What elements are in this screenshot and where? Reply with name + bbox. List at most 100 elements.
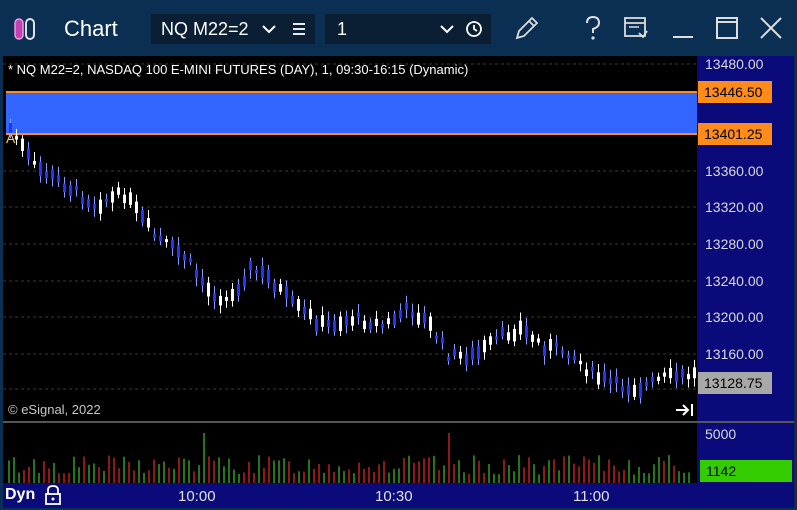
candle-body: [333, 320, 336, 332]
candle-body: [279, 283, 282, 292]
scroll-end-icon[interactable]: [675, 402, 695, 418]
candle-body: [297, 299, 300, 311]
candlestick-plot[interactable]: A: [3, 56, 697, 421]
candle-body: [513, 328, 516, 342]
price-zone: [6, 92, 697, 134]
candle-body: [507, 332, 510, 341]
candle-body: [429, 316, 432, 331]
menu-icon[interactable]: [291, 21, 307, 37]
candle-body: [621, 386, 624, 392]
clock-icon[interactable]: [465, 20, 483, 38]
time-label: 10:30: [375, 488, 413, 505]
candle-body: [237, 284, 240, 296]
chart-header: * NQ M22=2, NASDAQ 100 E-MINI FUTURES (D…: [8, 62, 469, 77]
candle-body: [15, 135, 18, 140]
candle-body: [75, 186, 78, 190]
candle-body: [309, 308, 312, 320]
minimize-icon[interactable]: [668, 13, 698, 43]
candle-body: [639, 383, 642, 398]
candle-body: [633, 384, 636, 397]
candle-body: [471, 347, 474, 360]
maximize-icon[interactable]: [712, 13, 742, 43]
window-title: Chart: [64, 16, 118, 41]
candle-body: [261, 265, 264, 278]
interval-selector[interactable]: 1: [325, 14, 491, 44]
candle-body: [153, 234, 156, 238]
price-label: 13360.00: [705, 163, 764, 179]
candle-body: [273, 282, 276, 293]
candle-body: [567, 355, 570, 359]
app-icon: [14, 18, 35, 40]
candle-body: [63, 183, 66, 193]
price-label: 13200.00: [705, 309, 764, 325]
candle-body: [177, 245, 180, 258]
volume-last-tag: 1142: [700, 460, 792, 482]
candle-body: [555, 342, 558, 348]
candle-body: [45, 171, 48, 179]
candle-body: [483, 339, 486, 353]
candle-body: [651, 377, 654, 382]
volume-chart[interactable]: [3, 421, 697, 483]
candle-body: [435, 335, 438, 339]
candle-body: [693, 367, 696, 379]
volume-axis[interactable]: 5000 1142: [697, 421, 794, 483]
copyright-text: © eSignal, 2022: [8, 402, 101, 417]
candle-body: [201, 277, 204, 286]
mode-label[interactable]: Dyn: [5, 486, 35, 504]
candle-body: [669, 367, 672, 379]
candle-body: [579, 360, 582, 365]
candle-body: [585, 369, 588, 377]
symbol-selector[interactable]: NQ M22=2: [151, 14, 315, 44]
chevron-down-icon[interactable]: [261, 22, 277, 36]
candle-body: [561, 350, 564, 354]
candle-body: [615, 376, 618, 384]
candle-body: [147, 218, 150, 228]
candle-body: [303, 306, 306, 315]
candle-body: [417, 312, 420, 325]
close-icon[interactable]: [756, 13, 786, 43]
candle-body: [681, 368, 684, 378]
candle-body: [21, 138, 24, 152]
candle-body: [663, 372, 666, 377]
price-label: 13160.00: [705, 346, 764, 362]
candle-body: [93, 204, 96, 209]
price-axis[interactable]: 13480.00 13360.00 13320.00 13280.00 1324…: [697, 56, 794, 421]
time-label: 10:00: [178, 488, 216, 505]
candle-body: [465, 354, 468, 366]
candle-body: [357, 312, 360, 318]
candle-body: [189, 258, 192, 263]
window-link-icon[interactable]: [621, 13, 651, 43]
candle-body: [81, 197, 84, 205]
time-axis[interactable]: Dyn 10:00 10:30 11:00: [3, 483, 794, 508]
candle-body: [441, 337, 444, 344]
candle-body: [51, 169, 54, 179]
candle-body: [285, 286, 288, 299]
lock-icon[interactable]: [43, 484, 63, 506]
candle-body: [501, 327, 504, 337]
candle-body: [117, 187, 120, 195]
candle-body: [111, 191, 114, 203]
candle-body: [411, 311, 414, 317]
candle-body: [387, 318, 390, 325]
candle-body: [33, 160, 36, 165]
candle-body: [363, 320, 366, 330]
help-icon[interactable]: [578, 13, 608, 43]
candle-body: [591, 366, 594, 372]
volume-scale-label: 5000: [705, 426, 737, 442]
candle-body: [393, 314, 396, 326]
candle-body: [159, 235, 162, 242]
price-label: 13240.00: [705, 273, 764, 289]
candle-body: [69, 185, 72, 197]
chevron-down-icon[interactable]: [439, 22, 455, 36]
candle-body: [597, 372, 600, 385]
pencil-icon[interactable]: [512, 13, 542, 43]
candle-body: [267, 269, 270, 283]
zone-low-tag: 13401.25: [698, 123, 772, 145]
candle-body: [99, 199, 102, 214]
candle-body: [477, 346, 480, 360]
price-chart[interactable]: A: [3, 56, 697, 421]
candle-body: [525, 325, 528, 339]
candle-body: [609, 378, 612, 385]
candle-body: [105, 198, 108, 203]
candle-body: [231, 288, 234, 301]
